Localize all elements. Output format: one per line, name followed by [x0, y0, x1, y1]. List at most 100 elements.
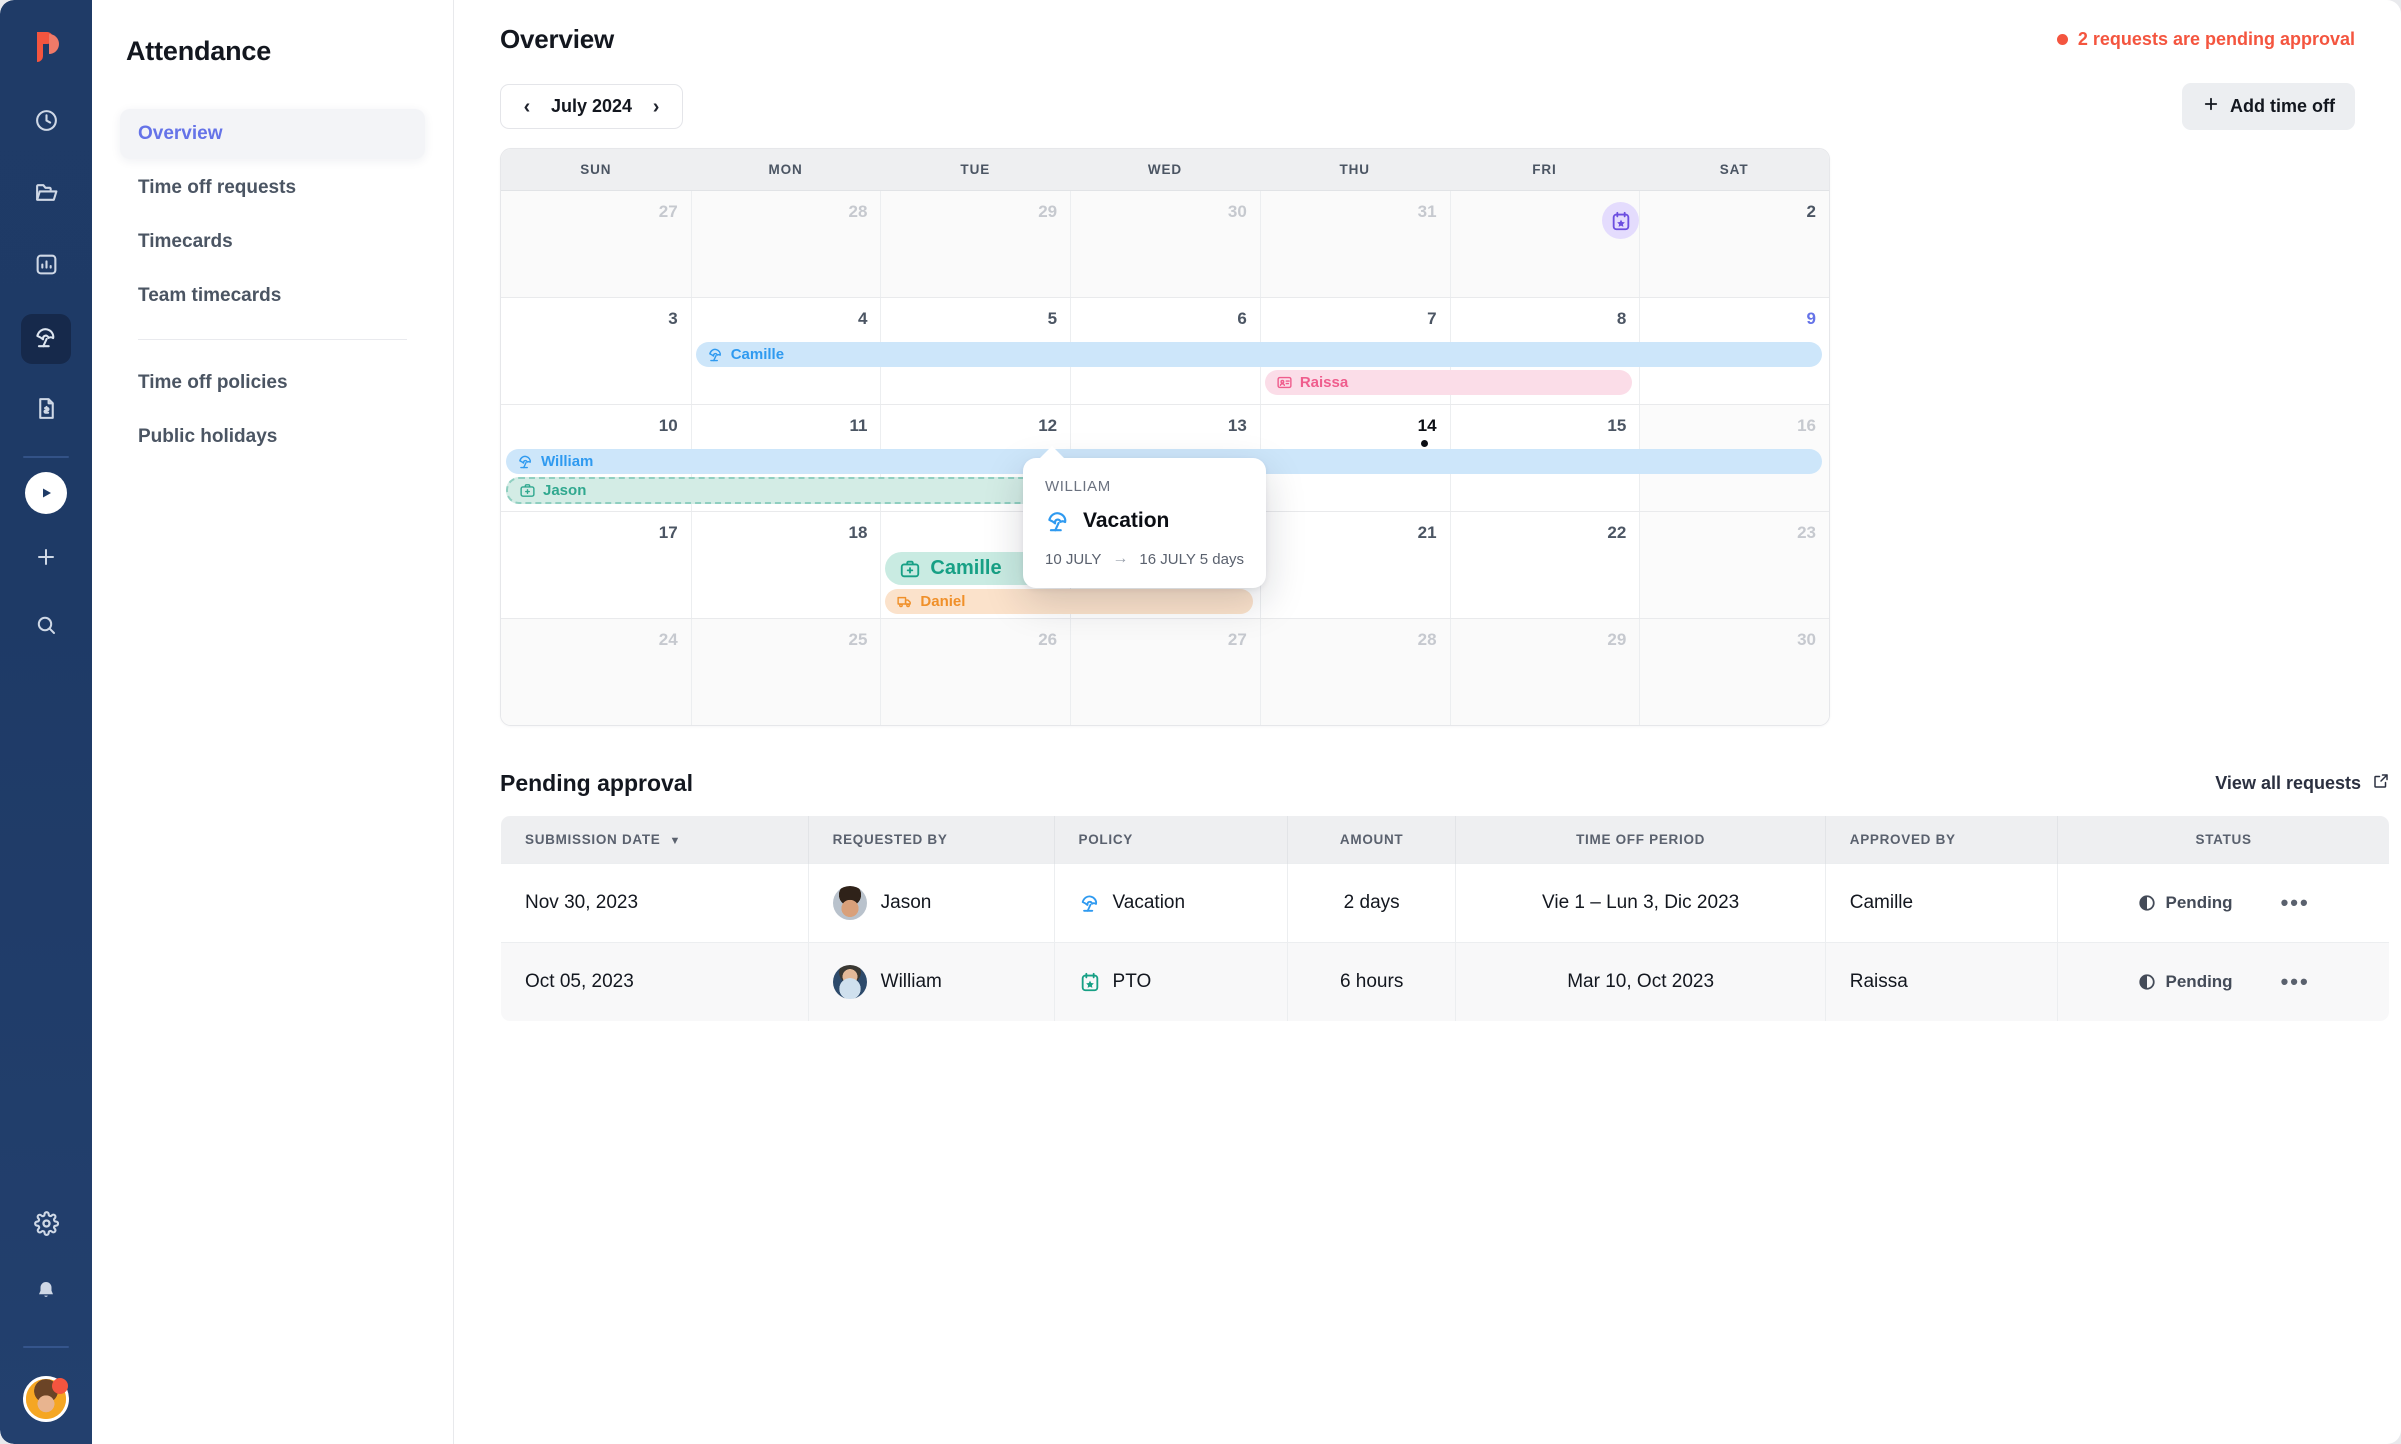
rail-item-documents[interactable] — [21, 170, 71, 220]
calendar-day-cell[interactable]: 18 — [691, 512, 881, 618]
status-badge: Pending — [2166, 972, 2233, 992]
sidebar-item-team-timecards[interactable]: Team timecards — [120, 271, 425, 321]
month-navigator[interactable]: ‹ July 2024 › — [500, 84, 683, 129]
day-number: 8 — [1464, 309, 1627, 329]
calendar-day-cell[interactable]: 29 — [1450, 619, 1640, 725]
calendar-event-daniel[interactable]: Daniel — [885, 589, 1252, 614]
pending-notice-label: 2 requests are pending approval — [2078, 29, 2355, 50]
rail-item-time-tracking[interactable] — [21, 98, 71, 148]
today-marker-icon — [1421, 440, 1428, 447]
month-calendar: SUN MON TUE WED THU FRI SAT 272829303112… — [500, 148, 1830, 726]
sidebar-item-time-off-requests[interactable]: Time off requests — [120, 163, 425, 213]
calendar-day-cell[interactable]: 25 — [691, 619, 881, 725]
day-number: 17 — [514, 523, 678, 543]
weekday-sat: SAT — [1639, 149, 1829, 190]
sidebar-item-time-off-policies[interactable]: Time off policies — [120, 358, 425, 408]
day-number: 11 — [705, 416, 868, 436]
col-submission-date[interactable]: SUBMISSION DATE▼ — [501, 816, 809, 864]
main-content: Overview 2 requests are pending approval… — [454, 0, 2401, 1444]
day-number: 5 — [894, 309, 1057, 329]
calendar-event-raissa[interactable]: Raissa — [1265, 370, 1632, 395]
day-number: 15 — [1464, 416, 1627, 436]
calendar-day-cell[interactable]: 24 — [501, 619, 691, 725]
view-all-requests-link[interactable]: View all requests — [2215, 772, 2390, 795]
cell-amount: 6 hours — [1287, 943, 1456, 1022]
day-number: 23 — [1653, 523, 1816, 543]
day-number: 24 — [514, 630, 678, 650]
search-icon[interactable] — [21, 600, 71, 650]
sidebar-item-overview[interactable]: Overview — [120, 109, 425, 159]
gear-icon[interactable] — [21, 1198, 71, 1248]
kebab-icon[interactable]: ••• — [2281, 971, 2310, 993]
day-number: 31 — [1274, 202, 1437, 222]
calendar-day-cell[interactable]: 21 — [1260, 512, 1450, 618]
notification-dot — [52, 1378, 68, 1394]
month-label: July 2024 — [551, 96, 632, 117]
cell-approved-by: Camille — [1825, 864, 2057, 943]
rail-item-finance[interactable] — [21, 386, 71, 436]
calendar-day-cell[interactable]: 31 — [1260, 191, 1450, 297]
calendar-day-cell[interactable]: 27 — [501, 191, 691, 297]
section-sidebar: Attendance Overview Time off requests Ti… — [92, 0, 454, 1444]
calendar-toolbar: ‹ July 2024 › Add time off — [500, 83, 2355, 130]
calendar-day-cell[interactable]: 28 — [1260, 619, 1450, 725]
chevron-right-icon[interactable]: › — [648, 97, 664, 117]
calendar-event-jason[interactable]: Jason — [506, 477, 1063, 504]
col-amount: AMOUNT — [1287, 816, 1456, 864]
policy-label: Vacation — [1113, 892, 1186, 914]
calendar-day-cell[interactable]: 3 — [501, 298, 691, 404]
kebab-icon[interactable]: ••• — [2281, 892, 2310, 914]
sidebar-item-public-holidays[interactable]: Public holidays — [120, 412, 425, 462]
overview-title: Overview — [500, 24, 614, 55]
rail-item-attendance[interactable] — [21, 314, 71, 364]
avatar[interactable] — [23, 1376, 69, 1422]
pending-approval-notice[interactable]: 2 requests are pending approval — [2057, 24, 2355, 50]
weekday-mon: MON — [691, 149, 881, 190]
calendar-day-cell[interactable]: 27 — [1070, 619, 1260, 725]
add-time-off-label: Add time off — [2230, 96, 2335, 117]
main-header: Overview 2 requests are pending approval — [500, 24, 2355, 55]
requested-by-name: Jason — [881, 892, 932, 914]
day-number: 16 — [1653, 416, 1816, 436]
col-policy: POLICY — [1054, 816, 1287, 864]
add-time-off-button[interactable]: Add time off — [2182, 83, 2355, 130]
app-rail — [0, 0, 92, 1444]
sidebar-nav: Overview Time off requests Timecards Tea… — [92, 109, 453, 462]
half-circle-icon — [2138, 973, 2156, 991]
day-number: 4 — [705, 309, 868, 329]
rail-item-reports[interactable] — [21, 242, 71, 292]
tooltip-end-date: 16 JULY — [1139, 551, 1195, 568]
calendar-day-cell[interactable]: 26 — [880, 619, 1070, 725]
calendar-day-cell[interactable]: 30 — [1639, 619, 1829, 725]
calendar-day-cell[interactable]: 29 — [880, 191, 1070, 297]
rail-divider-bottom — [23, 1346, 69, 1348]
chevron-left-icon[interactable]: ‹ — [519, 97, 535, 117]
table-row[interactable]: Nov 30, 2023JasonVacation2 daysVie 1 – L… — [501, 864, 2390, 943]
tooltip-start-date: 10 JULY — [1045, 551, 1101, 568]
table-row[interactable]: Oct 05, 2023WilliamPTO6 hoursMar 10, Oct… — [501, 943, 2390, 1022]
plus-icon[interactable] — [21, 532, 71, 582]
factorial-logo-icon[interactable] — [23, 24, 69, 70]
calendar-event-camille[interactable]: Camille — [696, 342, 1822, 367]
play-circle-icon[interactable] — [25, 472, 67, 514]
day-number: 27 — [514, 202, 678, 222]
day-number: 29 — [894, 202, 1057, 222]
col-status: STATUS — [2058, 816, 2390, 864]
sidebar-item-timecards[interactable]: Timecards — [120, 217, 425, 267]
cell-status: Pending ••• — [2058, 943, 2390, 1022]
medkit-icon — [899, 558, 921, 580]
calendar-day-cell[interactable]: 22 — [1450, 512, 1640, 618]
calendar-day-cell[interactable]: 2 — [1639, 191, 1829, 297]
calendar-day-cell[interactable]: 17 — [501, 512, 691, 618]
policy-label: PTO — [1113, 971, 1152, 993]
tooltip-policy: Vacation — [1083, 509, 1169, 533]
bell-icon[interactable] — [21, 1266, 71, 1316]
pending-approval-section: Pending approval View all requests SUBMI… — [500, 770, 2390, 1022]
calendar-star-icon[interactable] — [1602, 202, 1639, 239]
day-number: 28 — [1274, 630, 1437, 650]
weekday-wed: WED — [1070, 149, 1260, 190]
calendar-day-cell[interactable]: 28 — [691, 191, 881, 297]
calendar-day-cell[interactable]: 30 — [1070, 191, 1260, 297]
col-approved-by: APPROVED BY — [1825, 816, 2057, 864]
calendar-day-cell[interactable]: 23 — [1639, 512, 1829, 618]
